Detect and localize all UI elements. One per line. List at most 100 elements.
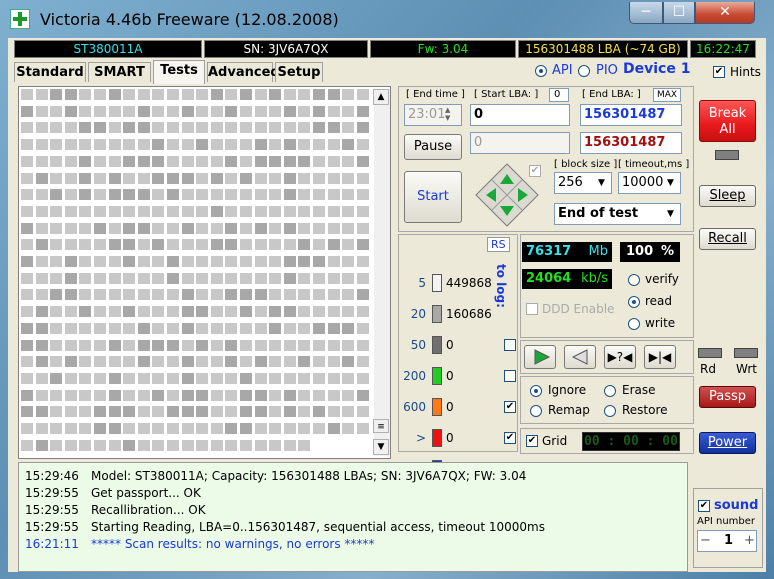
skip-unknown-button[interactable]: ▶?◀: [604, 345, 636, 369]
surface-block: [254, 406, 267, 418]
surface-block: [269, 322, 282, 334]
power-button[interactable]: Power: [699, 432, 756, 454]
end-action-select[interactable]: End of test: [554, 203, 681, 225]
surface-block: [327, 389, 340, 401]
log-panel[interactable]: 15:29:46 Model: ST380011A; Capacity: 1563…: [18, 462, 688, 572]
sleep-button[interactable]: Sleep: [699, 185, 756, 207]
pause-button[interactable]: Pause: [404, 134, 462, 160]
start-lba-label: [ Start LBA: ]: [474, 89, 539, 100]
scroll-thumb[interactable]: ≡: [373, 419, 389, 433]
start-button[interactable]: Start: [404, 171, 462, 223]
scroll-up-icon[interactable]: ▲: [373, 89, 389, 105]
surface-block: [123, 423, 136, 434]
tab-tests[interactable]: Tests: [153, 60, 205, 84]
play-button[interactable]: [524, 345, 556, 369]
ignore-radio[interactable]: [530, 385, 542, 397]
surface-block: [152, 155, 165, 167]
tab-smart[interactable]: SMART: [88, 62, 151, 82]
passp-button[interactable]: Passp: [699, 386, 756, 408]
surface-block: [283, 189, 296, 201]
log-entry: 15:29:55 Get passport... OK: [25, 486, 201, 500]
chevron-down-icon[interactable]: ▼: [598, 178, 605, 188]
surface-block: [196, 239, 209, 251]
surface-block: [225, 272, 238, 284]
surface-block: [152, 306, 165, 318]
tab-advanced[interactable]: Advanced: [207, 62, 280, 82]
write-radio[interactable]: [628, 318, 640, 330]
chevron-down-icon[interactable]: ▼: [667, 178, 674, 188]
to-log-checkbox[interactable]: [504, 370, 516, 382]
api-radio[interactable]: [535, 65, 547, 77]
log-time: 15:29:46: [25, 469, 79, 483]
surface-block: [181, 356, 194, 368]
log-message: Recallibration... OK: [91, 503, 206, 517]
break-all-button[interactable]: Break All: [699, 100, 756, 142]
ddd-enable-checkbox[interactable]: [526, 303, 538, 315]
surface-block: [64, 122, 77, 134]
drive-lba: 156301488 LBA (~74 GB): [518, 40, 688, 58]
surface-block: [196, 389, 209, 401]
surface-block: [240, 439, 252, 451]
surface-block: [108, 356, 121, 368]
surface-block: [137, 89, 150, 100]
surface-block: [123, 122, 136, 134]
end-time-field[interactable]: 23:01: [404, 104, 462, 126]
surface-block: [64, 423, 77, 434]
api-number-stepper[interactable]: − 1 +: [697, 530, 757, 552]
surface-block: [79, 139, 92, 151]
end-lba-input[interactable]: 156301487: [580, 104, 682, 126]
minimize-button[interactable]: ─: [629, 2, 663, 24]
back-icon: [571, 349, 588, 365]
start-lba-input[interactable]: 0: [470, 104, 570, 126]
increment-button[interactable]: +: [744, 533, 755, 548]
log-message: ***** Scan results: no warnings, no erro…: [91, 537, 375, 551]
to-end-button[interactable]: ▶|◀: [644, 345, 676, 369]
close-button[interactable]: ✕: [695, 2, 755, 24]
surface-block: [123, 372, 136, 384]
maximize-button[interactable]: ☐: [663, 2, 695, 24]
remap-radio[interactable]: [530, 405, 542, 417]
decrement-button[interactable]: −: [700, 533, 711, 548]
rd-label: Rd: [700, 362, 716, 376]
surface-block: [64, 322, 77, 334]
grid-checkbox[interactable]: ✔: [526, 435, 538, 447]
recall-button[interactable]: Recall: [699, 228, 756, 250]
surface-block: [181, 339, 194, 351]
surface-block: [313, 289, 325, 301]
tab-setup[interactable]: Setup: [275, 62, 323, 82]
surface-block: [94, 423, 106, 434]
to-log-checkbox[interactable]: [504, 339, 516, 351]
surface-block: [181, 439, 194, 451]
end-lba-max-button[interactable]: MAX: [653, 88, 681, 102]
direction-checkbox[interactable]: ✔: [529, 165, 541, 177]
surface-block: [64, 406, 77, 418]
vertical-scrollbar[interactable]: ▲ ≡ ▼: [373, 89, 390, 456]
chevron-down-icon[interactable]: ▼: [667, 209, 674, 219]
surface-block: [21, 289, 33, 301]
surface-block: [210, 439, 223, 451]
surface-block: [313, 122, 325, 134]
verify-radio[interactable]: [628, 274, 640, 286]
surface-block: [356, 105, 369, 117]
surface-block: [94, 155, 106, 167]
surface-block: [94, 122, 106, 134]
surface-block: [181, 155, 194, 167]
back-button[interactable]: [564, 345, 596, 369]
surface-block: [196, 172, 209, 184]
start-lba-zero-button[interactable]: 0: [549, 88, 569, 102]
surface-block: [342, 105, 355, 117]
surface-block: [269, 439, 282, 451]
end-time-spinner-icon[interactable]: ▲ ▼: [445, 106, 450, 122]
pio-radio[interactable]: [578, 65, 590, 77]
read-radio[interactable]: [628, 296, 640, 308]
to-log-checkbox[interactable]: ✔: [504, 401, 516, 413]
restore-radio[interactable]: [604, 405, 616, 417]
hints-checkbox[interactable]: ✔: [713, 66, 725, 78]
device-label[interactable]: Device 1: [623, 61, 690, 77]
to-log-checkbox[interactable]: ✔: [504, 432, 516, 444]
tab-standard[interactable]: Standard: [14, 62, 86, 82]
sound-checkbox[interactable]: ✔: [698, 500, 710, 512]
surface-block: [269, 122, 282, 134]
scroll-down-icon[interactable]: ▼: [373, 439, 389, 455]
erase-radio[interactable]: [604, 385, 616, 397]
